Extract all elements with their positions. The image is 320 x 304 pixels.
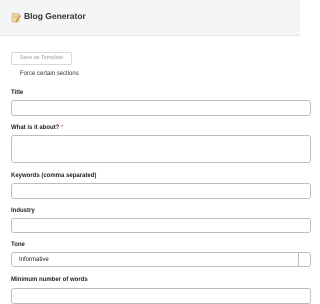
min-words-label: Minimum number of words bbox=[11, 277, 88, 283]
select-divider bbox=[298, 253, 299, 266]
title-label: Title bbox=[11, 90, 24, 96]
required-mark: * bbox=[61, 125, 64, 131]
force-sections-option[interactable]: Force certain sections bbox=[20, 71, 79, 77]
save-as-template-button[interactable]: Save as Template bbox=[11, 52, 72, 65]
title-input[interactable] bbox=[11, 100, 311, 116]
about-textarea[interactable] bbox=[11, 135, 311, 163]
tone-label: Tone bbox=[11, 242, 25, 248]
page-title: Blog Generator bbox=[24, 11, 86, 21]
about-label: What is it about? * bbox=[11, 125, 63, 131]
app-header: Blog Generator bbox=[0, 0, 300, 36]
about-label-text: What is it about? bbox=[11, 125, 60, 131]
industry-label: Industry bbox=[11, 208, 35, 214]
min-words-input[interactable] bbox=[11, 288, 311, 304]
tone-selected-value: Informative bbox=[19, 257, 49, 263]
notepad-pencil-icon bbox=[11, 13, 21, 23]
industry-input[interactable] bbox=[11, 218, 311, 233]
keywords-label: Keywords (comma separated) bbox=[11, 173, 97, 179]
keywords-input[interactable] bbox=[11, 183, 311, 199]
tone-select[interactable]: Informative bbox=[11, 252, 311, 267]
